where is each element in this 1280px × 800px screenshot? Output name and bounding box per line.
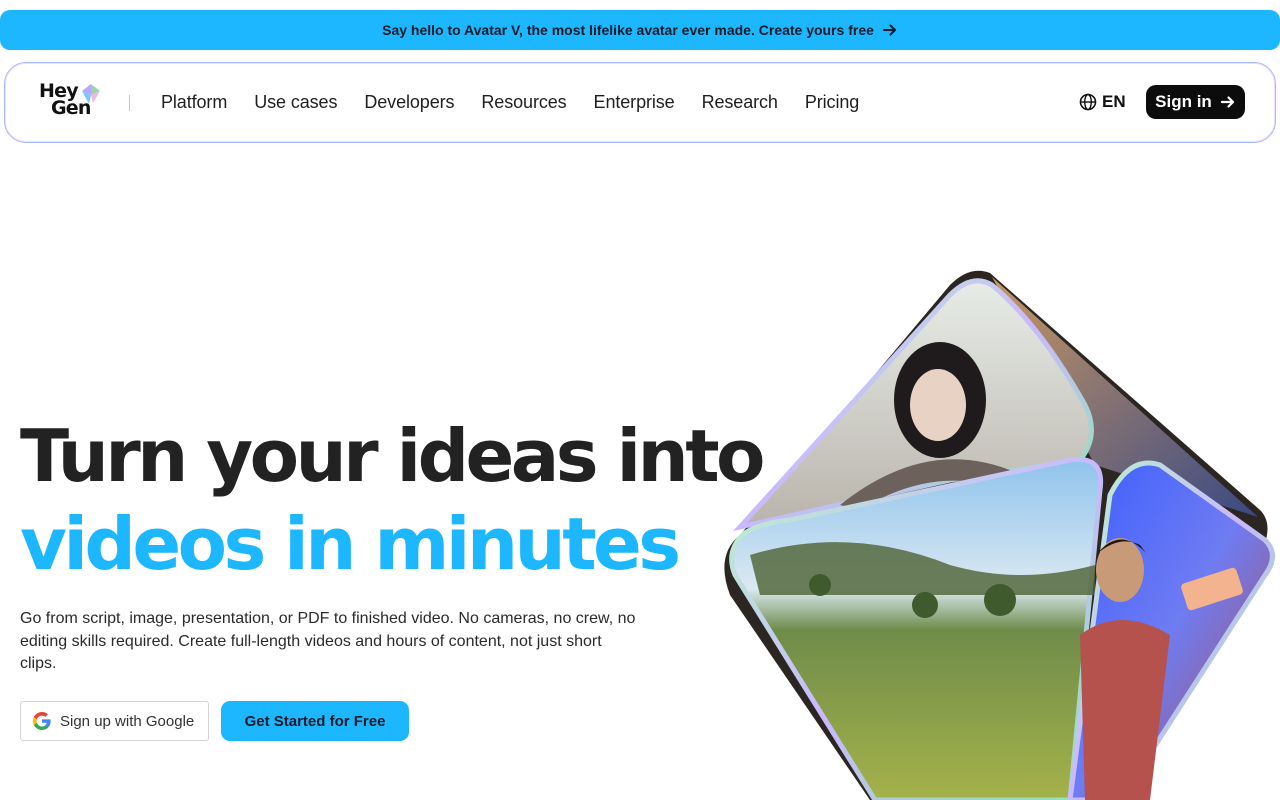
google-icon bbox=[33, 712, 51, 730]
nav-link-research[interactable]: Research bbox=[702, 92, 778, 113]
nav-links: Platform Use cases Developers Resources … bbox=[161, 63, 859, 142]
sign-in-button[interactable]: Sign in bbox=[1146, 85, 1245, 119]
main-navbar: Hey Gen Platform Use cases Developers Re… bbox=[4, 62, 1276, 143]
google-signup-button[interactable]: Sign up with Google bbox=[20, 701, 209, 741]
get-started-button[interactable]: Get Started for Free bbox=[221, 701, 409, 741]
arrow-right-icon bbox=[1220, 96, 1234, 108]
hero-cube-illustration bbox=[724, 270, 1275, 800]
nav-link-developers[interactable]: Developers bbox=[364, 92, 454, 113]
hero-headline-line2: videos in minutes bbox=[20, 502, 681, 586]
get-started-label: Get Started for Free bbox=[244, 712, 386, 730]
announcement-text: Say hello to Avatar V, the most lifelike… bbox=[382, 22, 874, 38]
logo-gem-icon bbox=[82, 84, 100, 104]
arrow-right-icon bbox=[882, 24, 896, 36]
google-signup-label: Sign up with Google bbox=[60, 712, 195, 730]
hero-headline-line1: Turn your ideas into bbox=[20, 414, 766, 498]
nav-link-resources[interactable]: Resources bbox=[481, 92, 566, 113]
nav-divider bbox=[129, 95, 130, 111]
language-label: EN bbox=[1102, 92, 1126, 111]
hero-headline: Turn your ideas into videos in minutes bbox=[20, 412, 780, 588]
nav-link-use-cases[interactable]: Use cases bbox=[254, 92, 337, 113]
announcement-banner[interactable]: Say hello to Avatar V, the most lifelike… bbox=[0, 10, 1280, 50]
language-selector[interactable]: EN bbox=[1079, 91, 1126, 113]
hero-subtext: Go from script, image, presentation, or … bbox=[20, 610, 636, 672]
sign-in-label: Sign in bbox=[1155, 92, 1212, 111]
nav-link-enterprise[interactable]: Enterprise bbox=[594, 92, 675, 113]
globe-icon bbox=[1079, 93, 1097, 111]
nav-link-platform[interactable]: Platform bbox=[161, 92, 227, 113]
heygen-logo[interactable]: Hey Gen bbox=[39, 82, 109, 123]
nav-link-pricing[interactable]: Pricing bbox=[805, 92, 859, 113]
